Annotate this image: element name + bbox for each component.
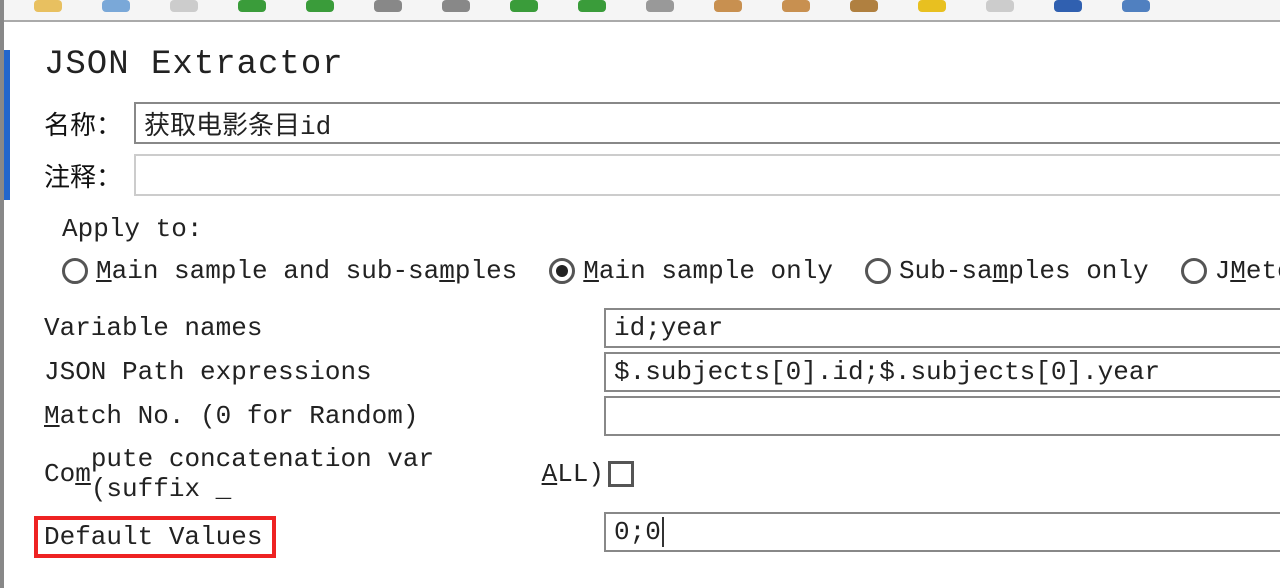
radio-jmeter-variable[interactable]: JMeter Variabl xyxy=(1181,256,1280,286)
radio-icon xyxy=(1181,258,1207,284)
toolbar-icon[interactable] xyxy=(510,0,538,12)
match-no-label: Match No. (0 for Random) xyxy=(44,396,604,436)
toolbar-icon[interactable] xyxy=(714,0,742,12)
toolbar-icon[interactable] xyxy=(102,0,130,12)
radio-icon xyxy=(549,258,575,284)
toolbar-icon[interactable] xyxy=(1122,0,1150,12)
default-values-input[interactable]: 0;0 xyxy=(604,512,1280,552)
variable-names-input[interactable] xyxy=(604,308,1280,348)
radio-icon xyxy=(865,258,891,284)
radio-label: Main sample only xyxy=(583,256,833,286)
apply-to-label: Apply to: xyxy=(62,214,1280,244)
variable-names-label: Variable names xyxy=(44,308,604,348)
radio-icon xyxy=(62,258,88,284)
name-label: 名称： xyxy=(44,105,134,142)
editor-panel: JSON Extractor 名称： 注释： Apply to: Main sa… xyxy=(4,22,1280,562)
toolbar-icon[interactable] xyxy=(918,0,946,12)
panel-title: JSON Extractor xyxy=(44,46,1280,84)
name-input[interactable] xyxy=(134,102,1280,144)
default-values-highlight: Default Values xyxy=(34,516,276,558)
default-values-text: 0;0 xyxy=(614,517,664,547)
default-values-label-wrap: Default Values xyxy=(44,512,604,562)
fields-grid: Variable names JSON Path expressions Mat… xyxy=(44,308,1280,562)
toolbar-icon[interactable] xyxy=(442,0,470,12)
toolbar-icon[interactable] xyxy=(850,0,878,12)
compute-concat-label: Compute concatenation var (suffix _ALL) xyxy=(44,440,604,508)
toolbar-icon[interactable] xyxy=(238,0,266,12)
json-path-input[interactable] xyxy=(604,352,1280,392)
toolbar-icon[interactable] xyxy=(34,0,62,12)
toolbar-icon[interactable] xyxy=(646,0,674,12)
radio-label: Main sample and sub-samples xyxy=(96,256,517,286)
tree-selection-edge xyxy=(4,50,10,200)
json-path-label: JSON Path expressions xyxy=(44,352,604,392)
toolbar xyxy=(4,0,1280,22)
toolbar-icon[interactable] xyxy=(374,0,402,12)
toolbar-icon[interactable] xyxy=(1054,0,1082,12)
radio-sub-only[interactable]: Sub-samples only xyxy=(865,256,1149,286)
default-values-label: Default Values xyxy=(44,522,262,552)
comment-row: 注释： xyxy=(44,154,1280,196)
toolbar-icon[interactable] xyxy=(170,0,198,12)
match-no-input[interactable] xyxy=(604,396,1280,436)
toolbar-icon[interactable] xyxy=(986,0,1014,12)
radio-main-and-sub[interactable]: Main sample and sub-samples xyxy=(62,256,517,286)
comment-input[interactable] xyxy=(134,154,1280,196)
radio-main-only[interactable]: Main sample only xyxy=(549,256,833,286)
radio-label: Sub-samples only xyxy=(899,256,1149,286)
comment-label: 注释： xyxy=(44,157,134,194)
window: JSON Extractor 名称： 注释： Apply to: Main sa… xyxy=(0,0,1280,588)
radio-label: JMeter Variabl xyxy=(1215,256,1280,286)
toolbar-icon[interactable] xyxy=(578,0,606,12)
apply-to-group: Main sample and sub-samples Main sample … xyxy=(62,256,1280,286)
toolbar-icon[interactable] xyxy=(782,0,810,12)
compute-concat-checkbox[interactable] xyxy=(608,461,634,487)
name-row: 名称： xyxy=(44,102,1280,144)
toolbar-icon[interactable] xyxy=(306,0,334,12)
